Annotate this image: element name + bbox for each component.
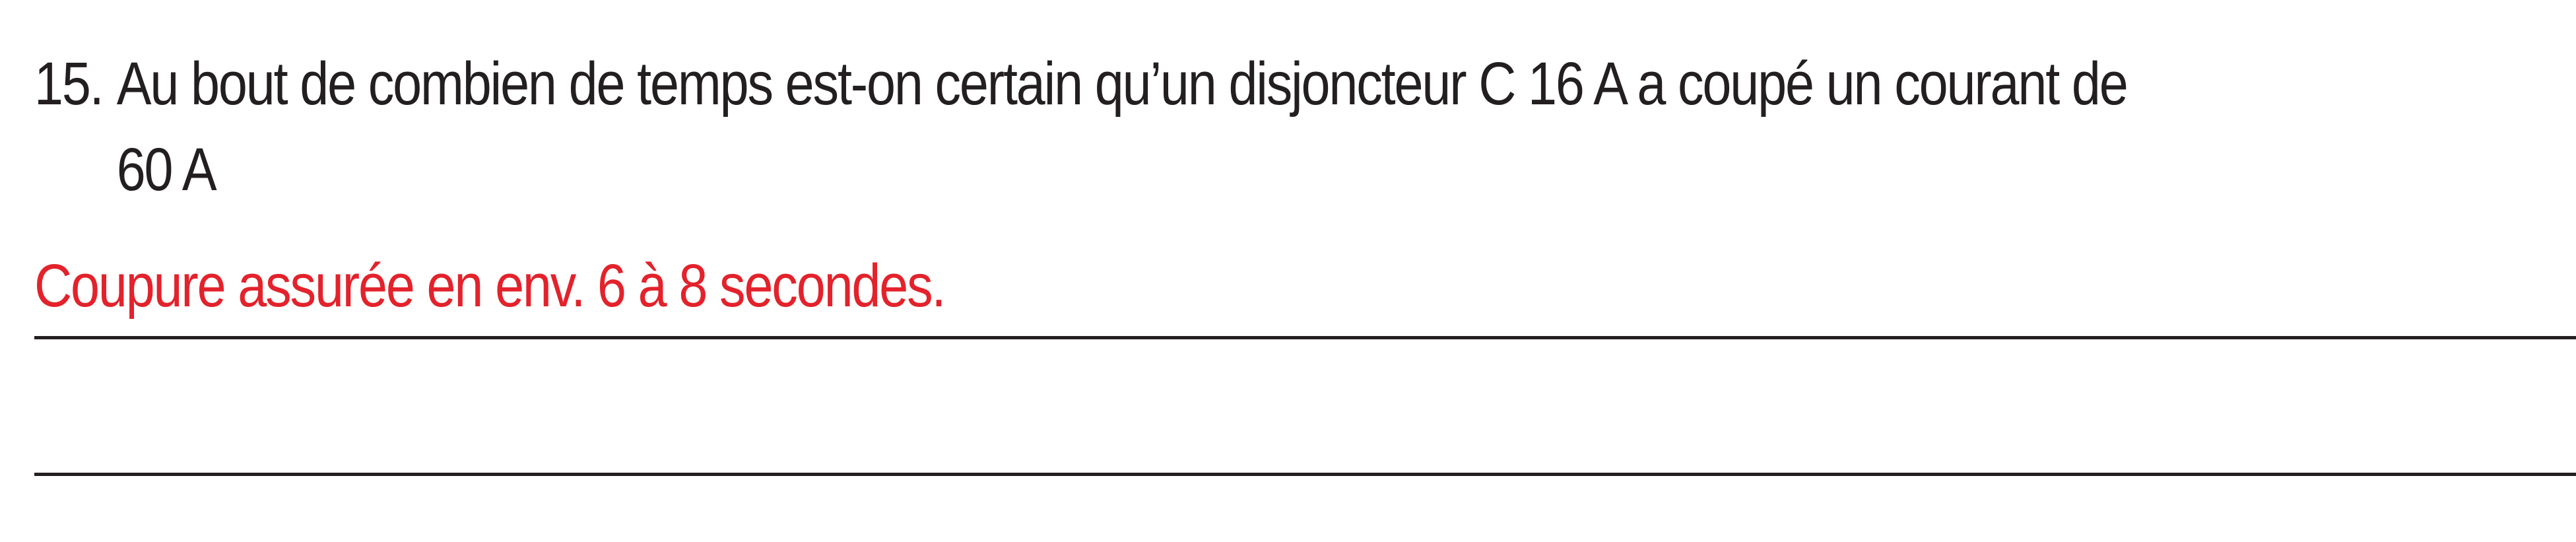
question-block: 15. Au bout de combien de temps est-on c… — [34, 34, 2556, 213]
question-text-continuation: 60 A — [116, 136, 217, 203]
answer-line-2 — [34, 473, 2576, 476]
answer-text: Coupure assurée en env. 6 à 8 secondes. — [34, 252, 946, 320]
answer-line-1 — [34, 336, 2576, 339]
question-text: Au bout de combien de temps est-on certa… — [116, 50, 2129, 118]
question-number: 15. — [34, 50, 104, 118]
worksheet-page: 15. Au bout de combien de temps est-on c… — [0, 0, 2576, 542]
question-first-line: 15. Au bout de combien de temps est-on c… — [34, 34, 2202, 133]
